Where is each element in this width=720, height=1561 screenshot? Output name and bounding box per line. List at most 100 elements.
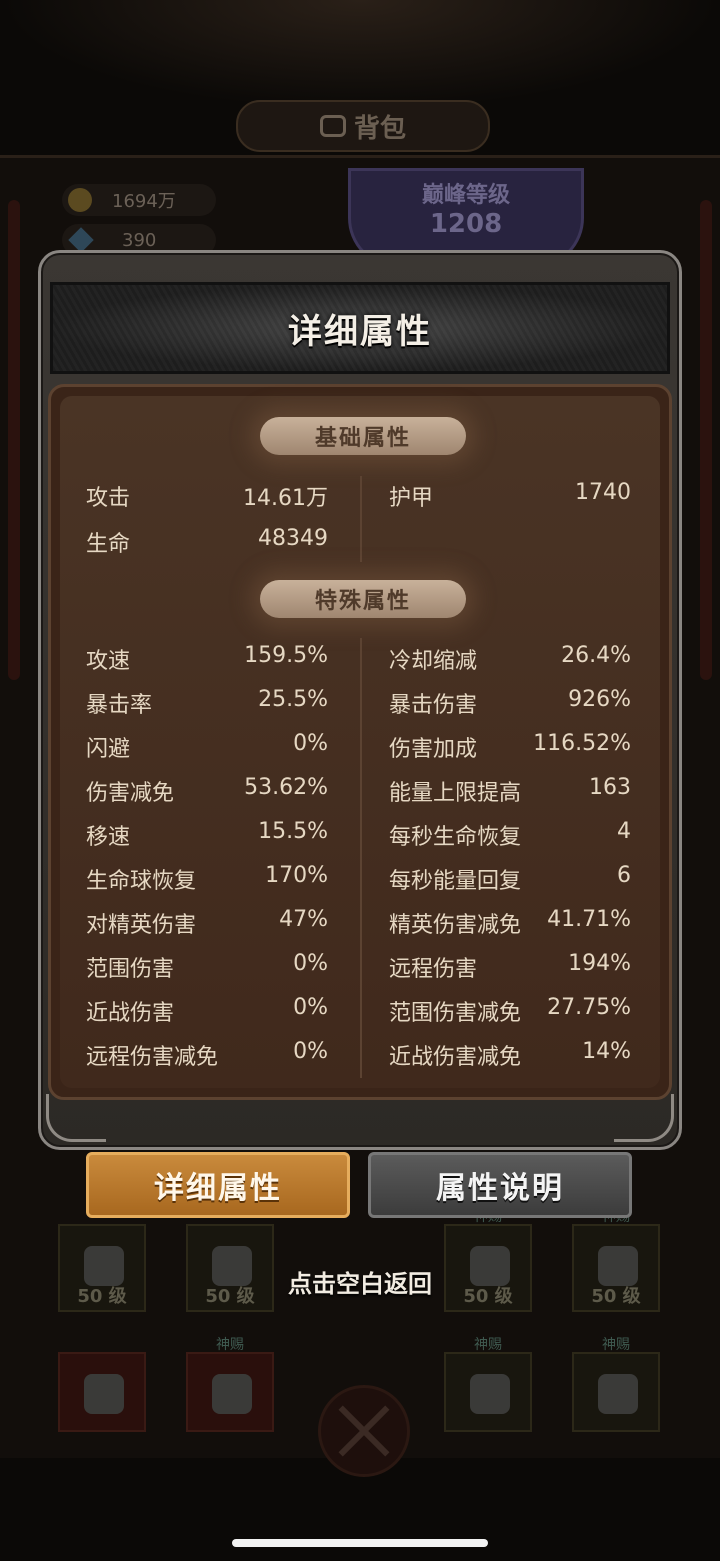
stat-row: 攻速 159.5%: [86, 643, 328, 674]
stat-value: 0%: [293, 951, 328, 976]
stat-name: 移速: [86, 825, 131, 850]
stat-value: 6: [617, 863, 631, 888]
stat-row: 移速 15.5%: [86, 819, 328, 850]
gem-amount: 390: [122, 229, 157, 251]
stat-row: 伤害加成 116.52%: [389, 731, 631, 762]
stat-value: 25.5%: [258, 687, 328, 712]
stat-row: 生命球恢复 170%: [86, 863, 328, 894]
stat-value: 26.4%: [561, 643, 631, 668]
stat-name: 闪避: [86, 737, 131, 762]
background-top: [0, 0, 720, 110]
column-divider: [360, 638, 362, 1078]
stat-row: 暴击伤害 926%: [389, 687, 631, 718]
stat-row-armor: 护甲 1740: [389, 480, 631, 511]
stat-row: 近战伤害 0%: [86, 995, 328, 1026]
stat-value: 163: [589, 775, 631, 800]
book-icon: [84, 1374, 124, 1414]
stat-value: 170%: [265, 863, 328, 888]
book-icon: [212, 1374, 252, 1414]
stat-name: 远程伤害减免: [86, 1045, 219, 1070]
peak-level-value: 1208: [429, 209, 503, 239]
stat-name: 冷却缩减: [389, 649, 478, 674]
stat-name: 每秒生命恢复: [389, 825, 522, 850]
stat-value: 1740: [575, 480, 631, 505]
corner-ornament-right: [614, 1094, 674, 1142]
stat-value: 41.71%: [547, 907, 631, 932]
stat-row: 每秒生命恢复 4: [389, 819, 631, 850]
stat-name: 伤害加成: [389, 737, 478, 762]
background-left-rail: [8, 200, 20, 680]
peak-level-label: 巅峰等级: [421, 183, 510, 208]
stat-name: 攻速: [86, 649, 131, 674]
stat-row-health: 生命 48349: [86, 526, 328, 557]
stat-name: 护甲: [389, 486, 434, 511]
bag-title: 背包: [236, 100, 490, 152]
stat-row-attack: 攻击 14.61万: [86, 480, 328, 511]
cape-icon: [470, 1374, 510, 1414]
stat-name: 每秒能量回复: [389, 869, 522, 894]
equipment-slot: [58, 1352, 146, 1432]
stat-name: 远程伤害: [389, 957, 478, 982]
column-divider: [360, 476, 362, 562]
stat-row: 能量上限提高 163: [389, 775, 631, 806]
stat-name: 对精英伤害: [86, 913, 197, 938]
stat-value: 116.52%: [533, 731, 631, 756]
stat-value: 14.61万: [243, 486, 328, 511]
stat-name: 精英伤害减免: [389, 913, 522, 938]
stat-name: 范围伤害: [86, 957, 175, 982]
stat-name: 暴击伤害: [389, 693, 478, 718]
stat-name: 范围伤害减免: [389, 1001, 522, 1026]
stat-name: 攻击: [86, 486, 131, 511]
stat-row: 范围伤害减免 27.75%: [389, 995, 631, 1026]
home-indicator[interactable]: [232, 1539, 488, 1547]
stat-name: 暴击率: [86, 693, 153, 718]
stat-row: 每秒能量回复 6: [389, 863, 631, 894]
stat-row: 伤害减免 53.62%: [86, 775, 328, 806]
bag-title-label: 背包: [353, 113, 406, 144]
stat-row: 范围伤害 0%: [86, 951, 328, 982]
stat-row: 远程伤害减免 0%: [86, 1039, 328, 1070]
stat-value: 53.62%: [244, 775, 328, 800]
stat-row: 对精英伤害 47%: [86, 907, 328, 938]
stat-row: 近战伤害减免 14%: [389, 1039, 631, 1070]
gem-icon: [68, 227, 94, 253]
equipment-slot: 神赐: [186, 1337, 274, 1432]
bag-icon: [319, 115, 346, 137]
basic-attributes-header: 基础属性: [260, 417, 466, 455]
gold-coin-icon: [68, 188, 92, 212]
stat-value: 159.5%: [244, 643, 328, 668]
equipment-slot: 神赐: [444, 1337, 532, 1432]
modal-header: 详细属性: [50, 282, 670, 374]
stat-row: 暴击率 25.5%: [86, 687, 328, 718]
stat-name: 生命: [86, 532, 131, 557]
stat-value: 926%: [568, 687, 631, 712]
cape-icon: [598, 1374, 638, 1414]
stat-value: 47%: [279, 907, 328, 932]
background-right-rail: [700, 200, 712, 680]
tap-blank-to-return-hint[interactable]: 点击空白返回: [0, 1264, 720, 1299]
stat-value: 14%: [582, 1039, 631, 1064]
gold-counter: 1694万: [62, 184, 216, 216]
tab-attribute-explanation[interactable]: 属性说明: [368, 1152, 632, 1218]
special-attributes-header: 特殊属性: [260, 580, 466, 618]
stat-value: 0%: [293, 1039, 328, 1064]
stat-value: 15.5%: [258, 819, 328, 844]
stat-row: 闪避 0%: [86, 731, 328, 762]
stat-value: 0%: [293, 731, 328, 756]
stat-name: 近战伤害减免: [389, 1045, 522, 1070]
tab-detail-attributes[interactable]: 详细属性: [86, 1152, 350, 1218]
stat-value: 48349: [258, 526, 328, 551]
stat-row: 精英伤害减免 41.71%: [389, 907, 631, 938]
stat-name: 伤害减免: [86, 781, 175, 806]
stat-name: 近战伤害: [86, 1001, 175, 1026]
stat-name: 能量上限提高: [389, 781, 522, 806]
equipment-slot: 神赐: [572, 1337, 660, 1432]
stat-row: 远程伤害 194%: [389, 951, 631, 982]
stat-value: 4: [617, 819, 631, 844]
stat-value: 27.75%: [547, 995, 631, 1020]
stat-row: 冷却缩减 26.4%: [389, 643, 631, 674]
corner-ornament-left: [46, 1094, 106, 1142]
stat-value: 194%: [568, 951, 631, 976]
modal-title: 详细属性: [288, 311, 432, 352]
stat-value: 0%: [293, 995, 328, 1020]
